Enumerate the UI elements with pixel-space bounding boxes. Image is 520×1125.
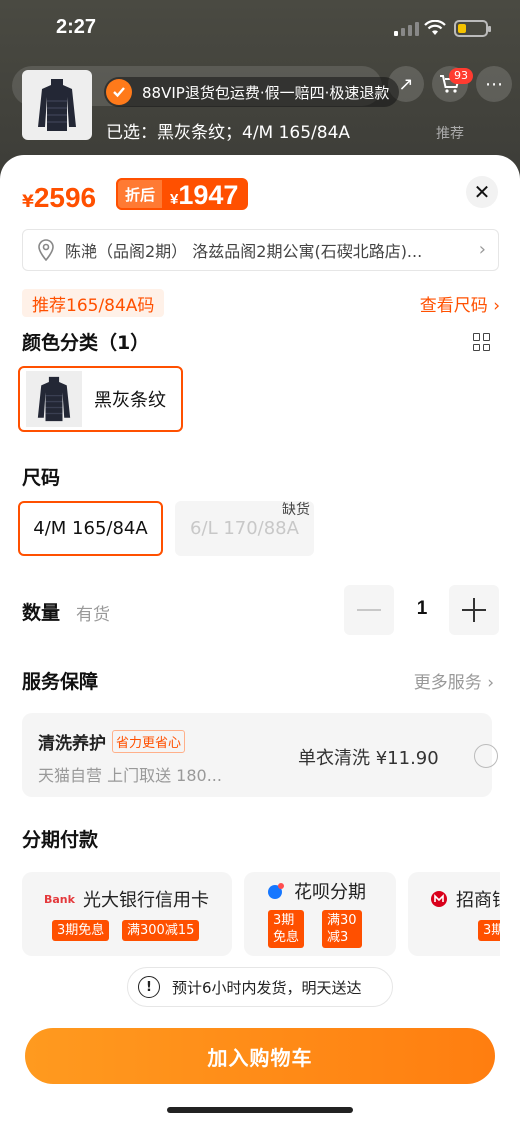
- service-tag: 省力更省心: [112, 730, 186, 753]
- add-to-cart-button[interactable]: 加入购物车: [25, 1028, 495, 1084]
- discount-price: ¥ 1947: [164, 178, 248, 210]
- cmb-logo-icon: [431, 891, 447, 907]
- installment-name: 招商银行: [456, 890, 500, 911]
- color-option-label: 黑灰条纹: [94, 390, 166, 411]
- wifi-icon: [424, 20, 446, 35]
- recommended-size-tag: 推荐165/84A码: [22, 289, 165, 317]
- discount-currency: ¥: [170, 191, 179, 208]
- color-option-image: [26, 371, 82, 427]
- sweater-image: [38, 79, 76, 131]
- address-text: 陈滟（品阁2期） 洛兹品阁2期公寓(石碶北路店)...: [65, 242, 423, 261]
- original-price: ¥ 2596: [22, 182, 96, 214]
- size-chart-link[interactable]: 查看尺码 ›: [420, 291, 500, 316]
- status-time: 2:27: [56, 16, 97, 38]
- quantity-decrease-button[interactable]: [344, 585, 394, 635]
- delivery-notice-text: 预计6小时内发货，明天送达: [172, 978, 362, 997]
- installment-options: Bank 光大银行信用卡 3期免息 满300减15 花呗分期 3期 免息 满30…: [22, 872, 500, 956]
- exclamation-icon: !: [138, 976, 160, 998]
- huabei-logo-icon: [268, 883, 284, 899]
- installment-name-row: 招商银行: [430, 886, 500, 912]
- location-pin-icon: [38, 239, 54, 261]
- installment-chip: 满300减15: [122, 920, 200, 941]
- discount-price-badge: 折后 ¥ 1947: [116, 178, 249, 210]
- installment-option-huabei[interactable]: 花呗分期 3期 免息 满30 减3: [244, 872, 396, 956]
- more-icon[interactable]: ⋯: [476, 66, 512, 102]
- grid-view-icon[interactable]: [473, 333, 491, 351]
- plus-icon: [462, 598, 486, 622]
- installment-chip: 满30 减3: [322, 910, 362, 948]
- discount-tag: 折后: [116, 178, 165, 210]
- size-section-title: 尺码: [22, 467, 61, 489]
- cleaning-service-card[interactable]: 清洗养护 省力更省心 天猫自营 上门取送 180... 单衣清洗 ¥11.90: [22, 713, 498, 797]
- selected-product-thumbnail: [22, 70, 92, 140]
- original-price-value: 2596: [33, 182, 97, 213]
- more-services-link[interactable]: 更多服务 ›: [414, 668, 494, 693]
- quantity-value[interactable]: 1: [410, 598, 434, 620]
- stock-status: 有货: [76, 605, 110, 625]
- service-radio[interactable]: [474, 744, 498, 768]
- cellular-signal-icon: [394, 22, 419, 36]
- service-price: 单衣清洗 ¥11.90: [298, 748, 439, 769]
- shield-check-icon: [106, 79, 132, 105]
- out-of-stock-label: 缺货: [282, 502, 310, 518]
- chevron-right-icon: ›: [478, 239, 486, 260]
- installment-option-cmb[interactable]: 招商银行 3期: [408, 872, 500, 956]
- vip-banner: 88VIP退货包运费·假一赔四·极速退款: [104, 77, 400, 107]
- service-name-row: 清洗养护 省力更省心: [38, 729, 186, 754]
- bank-logo-icon: Bank: [44, 892, 75, 906]
- quantity-label: 数量: [22, 602, 61, 624]
- installment-name-row: 花呗分期: [266, 878, 366, 904]
- color-option-black-grey-stripe[interactable]: 黑灰条纹: [18, 366, 183, 432]
- installment-section-title: 分期付款: [22, 829, 99, 851]
- sweater-image: [37, 376, 71, 422]
- service-name: 清洗养护: [38, 734, 106, 754]
- minus-icon: [357, 609, 381, 611]
- installment-chip: 3期免息: [52, 920, 110, 941]
- installment-name: 光大银行信用卡: [82, 890, 209, 911]
- size-option-4m[interactable]: 4/M 165/84A: [18, 501, 163, 556]
- discount-price-value: 1947: [178, 180, 239, 210]
- battery-icon: [454, 20, 491, 37]
- color-section-title: 颜色分类（1）: [22, 332, 150, 354]
- close-button[interactable]: ✕: [466, 176, 498, 208]
- quantity-increase-button[interactable]: [449, 585, 499, 635]
- vip-banner-text: 88VIP退货包运费·假一赔四·极速退款: [142, 83, 390, 102]
- service-description: 天猫自营 上门取送 180...: [38, 766, 222, 785]
- cart-badge: 93: [449, 68, 473, 84]
- service-section-title: 服务保障: [22, 671, 99, 693]
- status-bar: 2:27: [0, 0, 520, 58]
- installment-option-ceb[interactable]: Bank 光大银行信用卡 3期免息 满300减15: [22, 872, 232, 956]
- home-indicator: [167, 1107, 353, 1113]
- installment-name-row: Bank 光大银行信用卡: [44, 886, 209, 912]
- selected-spec-text: 已选：黑灰条纹；4/M 165/84A: [106, 123, 351, 143]
- recommend-tab-faded: 推荐: [436, 126, 464, 142]
- installment-chip: 3期: [478, 920, 500, 941]
- delivery-address[interactable]: 陈滟（品阁2期） 洛兹品阁2期公寓(石碶北路店)... ›: [22, 229, 499, 271]
- currency-symbol: ¥: [22, 192, 34, 212]
- installment-chip: 3期 免息: [268, 910, 305, 948]
- delivery-notice: ! 预计6小时内发货，明天送达: [127, 967, 393, 1007]
- close-icon: ✕: [473, 180, 491, 204]
- installment-name: 花呗分期: [294, 882, 366, 903]
